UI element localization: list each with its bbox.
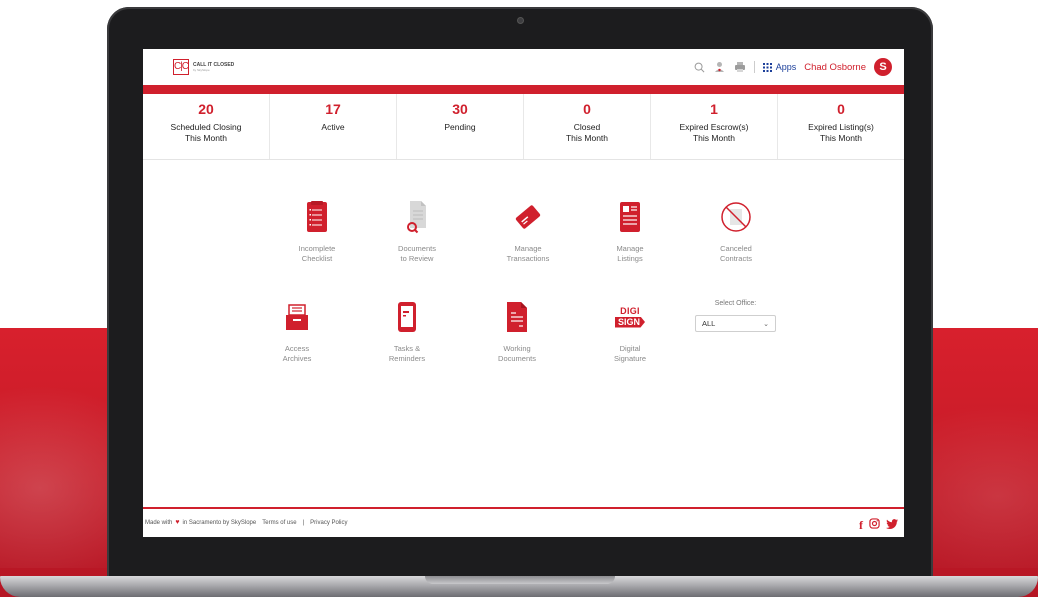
logo-subtext: by SkySlope (193, 68, 210, 72)
stat-label: Pending (444, 122, 476, 132)
tile-manage-transactions[interactable]: Manage Transactions (478, 196, 578, 264)
stat-label: Closed This Month (565, 122, 609, 144)
tile-documents-to-review[interactable]: Documents to Review (367, 196, 467, 264)
stat-label: Active (321, 122, 345, 132)
tile-label: Manage Listings (616, 244, 644, 263)
apps-label: Apps (775, 62, 797, 72)
tile-incomplete-checklist[interactable]: Incomplete Checklist (267, 196, 367, 264)
user-name[interactable]: Chad Osborne (804, 62, 866, 73)
stat-label: Expired Escrow(s) This Month (679, 122, 749, 144)
stat-label: Scheduled Closing This Month (170, 122, 242, 144)
checklist-icon (267, 196, 367, 238)
facebook-icon[interactable]: f (859, 519, 863, 531)
tile-working-documents[interactable]: Working Documents (467, 296, 567, 364)
tasks-phone-icon (357, 296, 457, 338)
stat-value: 17 (325, 101, 341, 117)
privacy-link[interactable]: Privacy Policy (310, 520, 347, 526)
stat-expired-escrow[interactable]: 1 Expired Escrow(s) This Month (651, 94, 778, 159)
brand-logo[interactable]: C|C CALL IT CLOSED by SkySlope (173, 59, 234, 75)
working-document-icon (467, 296, 567, 338)
user-icon[interactable] (714, 61, 726, 73)
stat-label: Expired Listing(s) This Month (808, 122, 874, 144)
terms-link[interactable]: Terms of use (262, 520, 296, 526)
tile-canceled-contracts[interactable]: Canceled Contracts (686, 196, 786, 264)
office-selected-value: ALL (702, 319, 716, 328)
office-select[interactable]: ALL ⌄ (695, 315, 776, 332)
transaction-card-icon (478, 196, 578, 238)
heart-icon: ♥ (175, 519, 180, 526)
digisign-icon: DIGI SIGN (580, 296, 680, 338)
listing-icon (580, 196, 680, 238)
tile-label: Digital Signature (613, 344, 647, 363)
office-selector: Select Office: ALL ⌄ (695, 300, 776, 332)
screen-bezel-bottom (143, 537, 904, 558)
twitter-icon[interactable] (886, 516, 898, 534)
chevron-down-icon: ⌄ (763, 320, 769, 328)
laptop-base (0, 576, 1038, 597)
base-notch (425, 576, 615, 584)
footer-credits: Made with ♥ in Sacramento by SkySlope Te… (145, 519, 348, 526)
dashboard-tiles: Incomplete Checklist Documents to Review… (143, 160, 904, 510)
stat-value: 0 (837, 101, 845, 117)
tile-label: Tasks & Reminders (388, 344, 426, 363)
footer: Made with ♥ in Sacramento by SkySlope Te… (143, 507, 904, 537)
app-screen: C|C CALL IT CLOSED by SkySlope Apps Chad… (143, 49, 904, 558)
tile-label: Access Archives (282, 344, 312, 363)
stat-value: 20 (198, 101, 214, 117)
stat-closed[interactable]: 0 Closed This Month (524, 94, 651, 159)
sign-text: SIGN (614, 316, 645, 328)
marketing-stage: C|C CALL IT CLOSED by SkySlope Apps Chad… (0, 0, 1038, 597)
tile-label: Documents to Review (398, 244, 436, 263)
canceled-icon (686, 196, 786, 238)
stat-value: 30 (452, 101, 468, 117)
camera-dot (517, 17, 524, 24)
stat-value: 0 (583, 101, 591, 117)
instagram-icon[interactable] (869, 516, 880, 534)
tile-label: Working Documents (498, 344, 536, 363)
tile-manage-listings[interactable]: Manage Listings (580, 196, 680, 264)
stat-pending[interactable]: 30 Pending (397, 94, 524, 159)
logo-mark: C|C (173, 59, 189, 75)
header-accent-bar (143, 85, 904, 94)
document-review-icon (367, 196, 467, 238)
tile-digital-signature[interactable]: DIGI SIGN Digital Signature (580, 296, 680, 364)
search-icon[interactable] (694, 61, 706, 73)
top-right-controls: Apps Chad Osborne S (694, 58, 892, 76)
digi-text: DIGI (620, 305, 640, 316)
tile-label: Manage Transactions (506, 244, 550, 263)
tile-access-archives[interactable]: Access Archives (247, 296, 347, 364)
apps-menu[interactable]: Apps (762, 62, 797, 72)
tile-label: Incomplete Checklist (298, 244, 336, 263)
stat-value: 1 (710, 101, 718, 117)
apps-grid-icon (762, 62, 772, 72)
office-label: Select Office: (714, 300, 757, 307)
top-bar: C|C CALL IT CLOSED by SkySlope Apps Chad… (143, 49, 904, 85)
stat-expired-listing[interactable]: 0 Expired Listing(s) This Month (778, 94, 904, 159)
archive-box-icon (247, 296, 347, 338)
skyslope-avatar[interactable]: S (874, 58, 892, 76)
tile-label: Canceled Contracts (719, 244, 753, 263)
tile-tasks-reminders[interactable]: Tasks & Reminders (357, 296, 457, 364)
stat-active[interactable]: 17 Active (270, 94, 397, 159)
print-icon[interactable] (734, 61, 746, 73)
stat-scheduled-closing[interactable]: 20 Scheduled Closing This Month (143, 94, 270, 159)
social-links: f (859, 516, 898, 534)
stats-row: 20 Scheduled Closing This Month 17 Activ… (143, 94, 904, 160)
